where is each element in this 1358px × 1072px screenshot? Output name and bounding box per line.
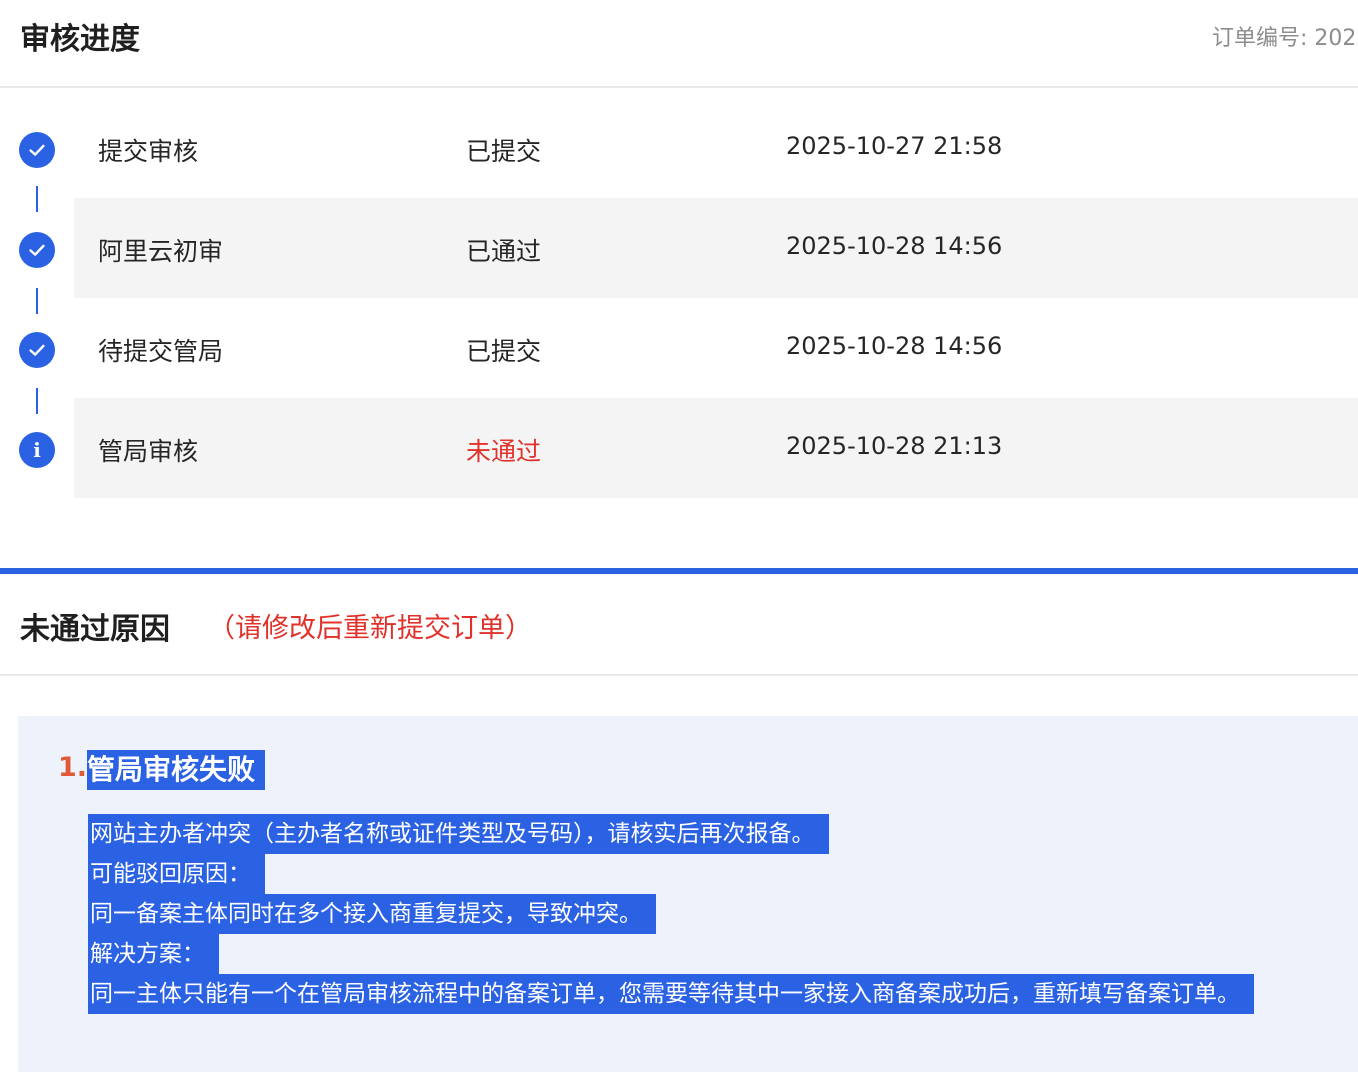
reason-line: 同一备案主体同时在多个接入商重复提交，导致冲突。 <box>88 894 656 934</box>
reason-title: 未通过原因 <box>20 612 170 647</box>
step-name: 管局审核 <box>98 437 199 466</box>
step-row: 提交审核 已提交 2025-10-27 21:58 <box>0 98 1358 198</box>
reason-item-number: 1. <box>58 752 88 783</box>
progress-header: 审核进度 订单编号: 2025102721580001 <box>0 0 1358 88</box>
check-icon <box>19 232 55 268</box>
page-title: 审核进度 <box>20 22 140 57</box>
step-row: 待提交管局 已提交 2025-10-28 14:56 <box>0 298 1358 398</box>
check-icon <box>19 332 55 368</box>
step-row: i 管局审核 未通过 2025-10-28 21:13 <box>0 398 1358 498</box>
reason-line: 同一主体只能有一个在管局审核流程中的备案订单，您需要等待其中一家接入商备案成功后… <box>88 974 1254 1014</box>
step-time: 2025-10-28 14:56 <box>786 332 1003 360</box>
order-number: 订单编号: 2025102721580001 <box>1212 26 1358 51</box>
reason-header: 未通过原因 （请修改后重新提交订单） <box>0 574 1358 676</box>
step-time: 2025-10-28 14:56 <box>786 232 1003 260</box>
step-status: 已通过 <box>466 237 542 266</box>
reason-line: 网站主办者冲突（主办者名称或证件类型及号码），请核实后再次报备。 <box>88 814 829 854</box>
step-name: 阿里云初审 <box>98 237 224 266</box>
check-icon <box>19 132 55 168</box>
step-name: 提交审核 <box>98 137 199 166</box>
step-status: 未通过 <box>466 437 542 466</box>
step-name: 待提交管局 <box>98 337 224 366</box>
step-row: 阿里云初审 已通过 2025-10-28 14:56 <box>0 198 1358 298</box>
reason-item-title: 管局审核失败 <box>87 750 266 790</box>
step-time: 2025-10-28 21:13 <box>786 432 1003 460</box>
reason-hint: （请修改后重新提交订单） <box>208 613 532 644</box>
info-icon: i <box>19 432 55 468</box>
step-status: 已提交 <box>466 137 542 166</box>
reason-item-body: 网站主办者冲突（主办者名称或证件类型及号码），请核实后再次报备。 可能驳回原因：… <box>88 814 1254 1014</box>
reason-line: 解决方案： <box>88 934 219 974</box>
review-steps: 提交审核 已提交 2025-10-27 21:58 阿里云初审 已通过 2025… <box>0 98 1358 498</box>
step-status: 已提交 <box>466 337 542 366</box>
step-time: 2025-10-27 21:58 <box>786 132 1003 160</box>
reason-line: 可能驳回原因： <box>88 854 265 894</box>
